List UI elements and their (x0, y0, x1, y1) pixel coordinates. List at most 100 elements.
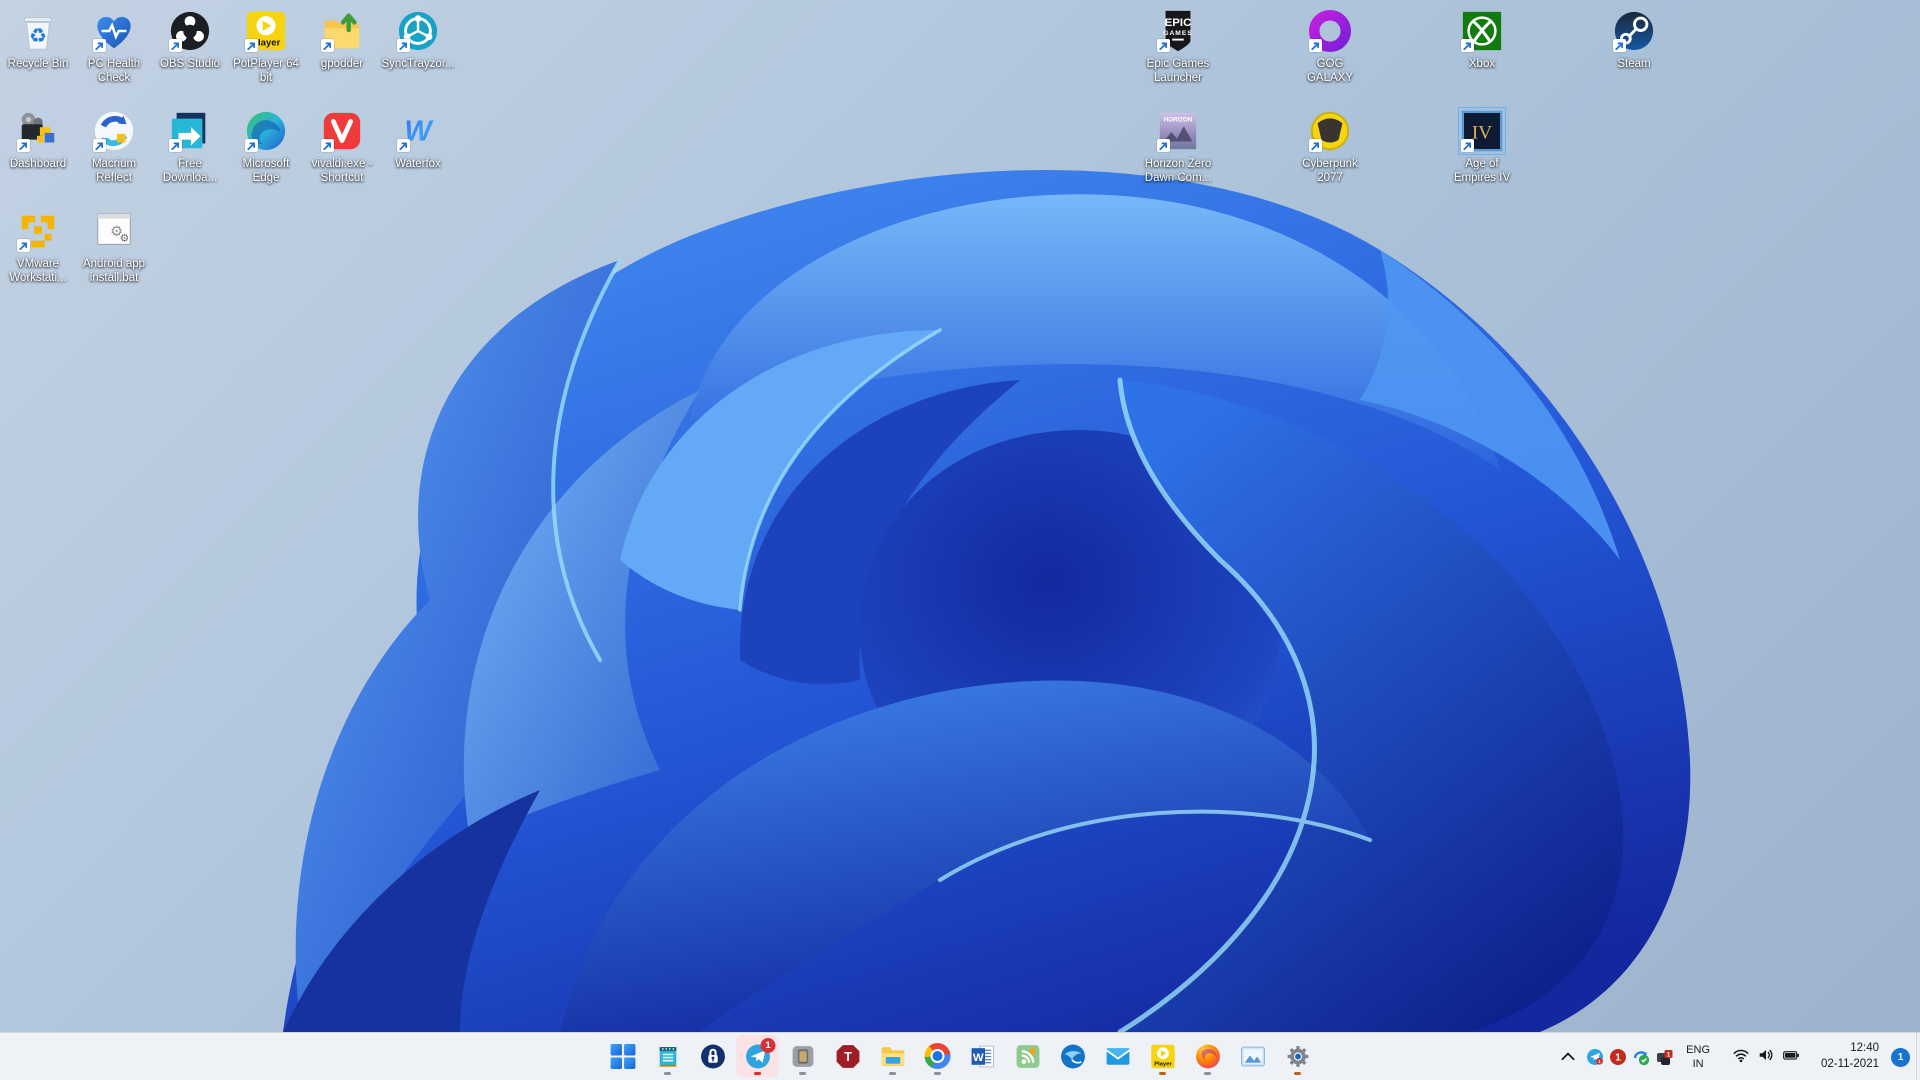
shortcut-arrow-icon (245, 39, 258, 52)
keepass-icon (699, 1043, 726, 1070)
desktop-icon-label: SyncTrayzor... (381, 58, 455, 70)
desktop-icon-obs-studio[interactable]: OBS Studio (152, 8, 228, 71)
desktop-icon-waterfox[interactable]: W Waterfox (380, 108, 456, 171)
desktop-icon-cyberpunk-2077[interactable]: Cyberpunk 2077 (1292, 108, 1368, 185)
dashboard-icon (15, 108, 61, 154)
taskbar-keepass[interactable] (692, 1035, 734, 1077)
taskbar-phone-app[interactable] (782, 1035, 824, 1077)
mail-icon (1104, 1043, 1131, 1070)
taskbar-chrome[interactable] (917, 1035, 959, 1077)
desktop-icon-microsoft-edge[interactable]: Microsoft Edge (228, 108, 304, 185)
shortcut-arrow-icon (321, 39, 334, 52)
desktop-icon-label: VMware Workstati... (9, 258, 67, 285)
taskbar-settings[interactable] (1277, 1035, 1319, 1077)
desktop-icon-label: Microsoft Edge (242, 158, 290, 185)
desktop-icon-gpodder[interactable]: gpodder (304, 8, 380, 71)
microsoft-edge-icon (243, 108, 289, 154)
shortcut-arrow-icon (17, 139, 30, 152)
tray-telegram-tray-icon[interactable]: 1 (1585, 1048, 1604, 1067)
tray-unread-count-icon[interactable]: 1 (1608, 1048, 1627, 1067)
desktop-icon-gog-galaxy[interactable]: GOG GALAXY (1292, 8, 1368, 85)
chrome-icon (924, 1043, 951, 1069)
taskbar-file-explorer[interactable] (872, 1035, 914, 1077)
android-app-install-icon: ⚙ ⚙ (91, 208, 137, 254)
recycle-bin-icon: ♻ (15, 8, 61, 54)
desktop-icon-xbox[interactable]: Xbox (1444, 8, 1520, 71)
telegram-badge: 1 (760, 1038, 776, 1053)
gog-galaxy-icon (1307, 8, 1353, 54)
notes-app-icon (654, 1043, 681, 1070)
language-indicator[interactable]: ENG IN (1675, 1037, 1721, 1077)
macrium-reflect-icon (91, 108, 137, 154)
desktop-icon-epic-games-launcher[interactable]: EPIC GAMES Epic Games Launcher (1140, 8, 1216, 85)
desktop-icon-macrium-reflect[interactable]: Macrium Reflect (76, 108, 152, 185)
shortcut-arrow-icon (17, 239, 30, 252)
word-icon: W (969, 1043, 996, 1070)
running-indicator (754, 1072, 761, 1075)
taskbar-mail[interactable] (1097, 1035, 1139, 1077)
desktop-icon-free-download-manager[interactable]: Free Downloa... (152, 108, 228, 185)
tray-badged-app-icon[interactable]: 1 (1654, 1048, 1673, 1067)
language-line2: IN (1692, 1058, 1704, 1070)
tray-overflow-icons: 1 1 1 (1583, 1048, 1675, 1067)
taskbar-word[interactable]: W (962, 1035, 1004, 1077)
taskbar-potplayer[interactable]: Player (1142, 1035, 1184, 1077)
taskbar-thunderbird[interactable] (1052, 1035, 1094, 1077)
taskbar-telegram[interactable]: 1 (736, 1035, 779, 1077)
start-button-icon (609, 1043, 636, 1070)
running-indicator (934, 1072, 941, 1075)
taskbar-start-button[interactable] (602, 1035, 644, 1077)
desktop-icon-steam[interactable]: Steam (1596, 8, 1672, 71)
shortcut-arrow-icon (1461, 39, 1474, 52)
desktop-icon-label: PotPlayer 64 bit (233, 58, 299, 85)
system-tray: 1 1 1 ENG IN 12:40 02-11-2021 1 (1552, 1033, 1916, 1080)
notification-count-badge[interactable]: 1 (1891, 1047, 1910, 1067)
taskbar-rss-reader[interactable] (1007, 1035, 1049, 1077)
desktop-icon-vivaldi-shortcut[interactable]: vivaldi.exe - Shortcut (304, 108, 380, 185)
taskbar-app-area: 1 T W Player (602, 1035, 1319, 1077)
tray-date: 02-11-2021 (1821, 1058, 1879, 1070)
running-indicator (1294, 1072, 1301, 1075)
show-desktop-button[interactable] (1916, 1033, 1920, 1080)
desktop-icon-age-of-empires-iv[interactable]: IV Age of Empires IV (1444, 107, 1520, 185)
tray-chevron-button[interactable] (1552, 1037, 1583, 1077)
shortcut-arrow-icon (169, 39, 182, 52)
shortcut-arrow-icon (1309, 139, 1322, 152)
taskbar-photos[interactable] (1232, 1035, 1274, 1077)
shortcut-arrow-icon (1613, 39, 1626, 52)
taskbar-t-app[interactable]: T (827, 1035, 869, 1077)
desktop-icon-label: OBS Studio (159, 58, 221, 70)
desktop-icon-label: vivaldi.exe - Shortcut (311, 158, 373, 185)
shortcut-arrow-icon (169, 139, 182, 152)
chevron-up-icon (1558, 1048, 1577, 1067)
taskbar-notes-app[interactable] (647, 1035, 689, 1077)
obs-studio-icon (167, 8, 213, 54)
taskbar-firefox[interactable] (1187, 1035, 1229, 1077)
running-indicator (799, 1072, 806, 1075)
desktop-icon-potplayer-64-bit[interactable]: Player PotPlayer 64 bit (228, 8, 304, 85)
clock-button[interactable]: 12:40 02-11-2021 (1811, 1037, 1889, 1077)
desktop-icon-vmware-workstation[interactable]: VMware Workstati... (0, 208, 76, 285)
desktop-icon-label: Horizon Zero Dawn Com... (1144, 158, 1212, 185)
photos-icon (1239, 1043, 1266, 1070)
shortcut-arrow-icon (245, 139, 258, 152)
horizon-zero-dawn-icon: HORIZON (1155, 108, 1201, 154)
wifi-icon (1732, 1046, 1750, 1069)
desktop-icon-horizon-zero-dawn[interactable]: HORIZON Horizon Zero Dawn Com... (1140, 108, 1216, 185)
thunderbird-icon (1059, 1043, 1086, 1070)
desktop-icon-pc-health-check[interactable]: PC Health Check (76, 8, 152, 85)
desktop-icon-android-app-install[interactable]: ⚙ ⚙ Android app install.bat (76, 208, 152, 285)
shortcut-arrow-icon (397, 139, 410, 152)
desktop-icon-label: Cyberpunk 2077 (1302, 158, 1358, 185)
desktop-icon-recycle-bin[interactable]: ♻ Recycle Bin (0, 8, 76, 71)
network-volume-battery-button[interactable] (1721, 1037, 1811, 1077)
tray-sync-app-icon[interactable] (1631, 1048, 1650, 1067)
steam-icon (1611, 8, 1657, 54)
shortcut-arrow-icon (1461, 139, 1474, 152)
desktop-icon-dashboard[interactable]: Dashboard (0, 108, 76, 171)
desktop-icon-synctrayzor[interactable]: SyncTrayzor... (380, 8, 456, 71)
age-of-empires-iv-icon: IV (1458, 107, 1506, 155)
desktop-icon-label: Macrium Reflect (91, 158, 137, 185)
svg-text:1: 1 (1598, 1059, 1601, 1065)
running-indicator (1159, 1072, 1166, 1075)
